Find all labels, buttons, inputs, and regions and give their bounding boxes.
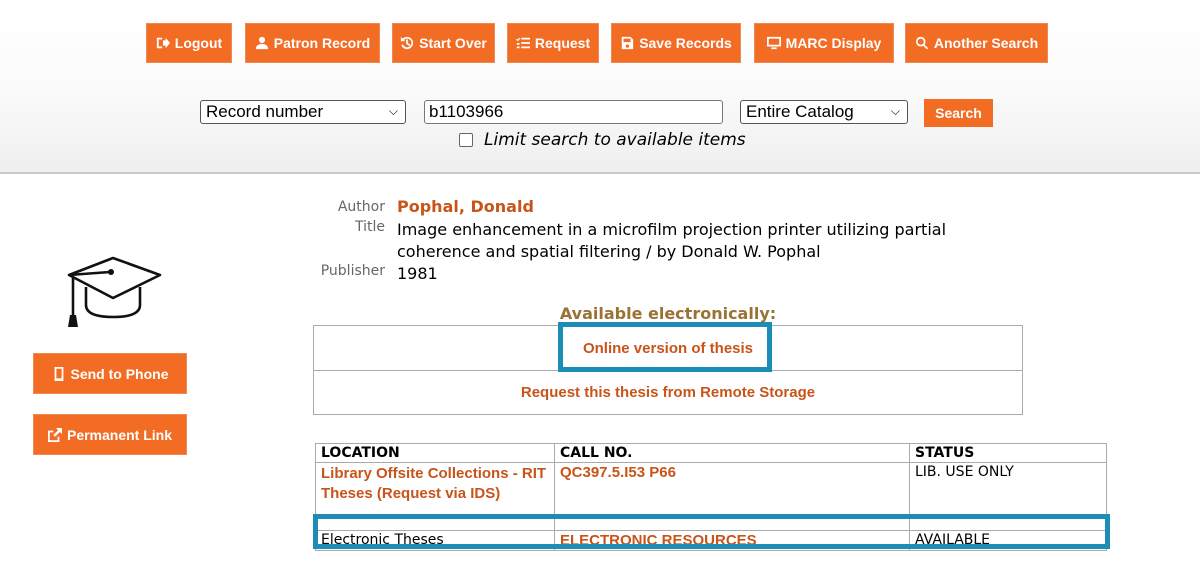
save-records-label: Save Records: [639, 35, 732, 51]
start-over-label: Start Over: [419, 35, 487, 51]
floppy-icon: [621, 36, 634, 50]
column-header-location: LOCATION: [315, 443, 555, 463]
list-check-icon: [515, 37, 530, 49]
send-to-phone-label: Send to Phone: [70, 365, 169, 382]
marc-display-label: MARC Display: [785, 35, 882, 51]
publisher-label: Publisher: [320, 263, 385, 279]
search-type-select[interactable]: Record number ⌵: [200, 100, 406, 124]
author-link[interactable]: Pophal, Donald: [397, 197, 534, 216]
highlight-box: [313, 514, 1110, 549]
user-icon: [255, 36, 268, 50]
limit-available-option[interactable]: Limit search to available items: [459, 130, 746, 150]
logout-icon: [156, 37, 170, 49]
search-input[interactable]: b1103966: [424, 100, 723, 124]
limit-available-checkbox[interactable]: [459, 133, 473, 147]
graduation-cap-icon: [67, 256, 162, 327]
patron-record-button[interactable]: Patron Record: [245, 23, 380, 63]
remote-storage-request-link[interactable]: Request this thesis from Remote Storage: [521, 384, 815, 401]
send-to-phone-button[interactable]: Send to Phone: [33, 353, 187, 394]
start-over-button[interactable]: Start Over: [392, 23, 495, 63]
location-link[interactable]: Library Offsite Collections - RIT Theses…: [321, 465, 546, 502]
search-scope-value: Entire Catalog: [746, 102, 854, 121]
chevron-down-icon: ⌵: [890, 104, 900, 118]
request-label: Request: [534, 35, 591, 51]
chevron-down-icon: ⌵: [388, 104, 398, 118]
logout-button[interactable]: Logout: [146, 23, 232, 63]
table-header-row: LOCATION CALL NO. STATUS: [315, 443, 1107, 463]
external-link-icon: [47, 427, 62, 442]
title-value: Image enhancement in a microfilm project…: [397, 220, 947, 261]
another-search-button[interactable]: Another Search: [905, 23, 1048, 63]
header-bar: Logout Patron Record Start Over Request …: [0, 0, 1200, 174]
logout-label: Logout: [174, 35, 223, 51]
search-type-value: Record number: [206, 102, 324, 121]
search-scope-select[interactable]: Entire Catalog ⌵: [740, 100, 908, 124]
history-icon: [401, 36, 414, 50]
column-header-call-no: CALL NO.: [554, 443, 910, 463]
request-button[interactable]: Request: [507, 23, 599, 63]
column-header-status: STATUS: [909, 443, 1107, 463]
monitor-icon: [766, 36, 781, 50]
title-label: Title: [354, 219, 385, 235]
limit-available-label: Limit search to available items: [484, 130, 746, 150]
another-search-label: Another Search: [933, 35, 1039, 51]
highlight-box: [558, 322, 772, 372]
available-electronically-heading: Available electronically:: [559, 304, 777, 323]
call-no-link[interactable]: QC397.5.I53 P66: [560, 464, 676, 481]
permanent-link-label: Permanent Link: [66, 426, 173, 443]
phone-icon: [54, 366, 63, 381]
save-records-button[interactable]: Save Records: [611, 23, 741, 63]
search-icon: [915, 36, 928, 50]
patron-record-label: Patron Record: [273, 35, 371, 51]
search-input-value: b1103966: [429, 102, 504, 121]
search-button[interactable]: Search: [924, 99, 993, 127]
electronic-link-row: Request this thesis from Remote Storage: [313, 370, 1023, 415]
author-label: Author: [337, 199, 385, 215]
marc-display-button[interactable]: MARC Display: [754, 23, 894, 63]
publisher-value: 1981: [397, 264, 438, 283]
permanent-link-button[interactable]: Permanent Link: [33, 414, 187, 455]
search-button-label: Search: [935, 105, 982, 121]
